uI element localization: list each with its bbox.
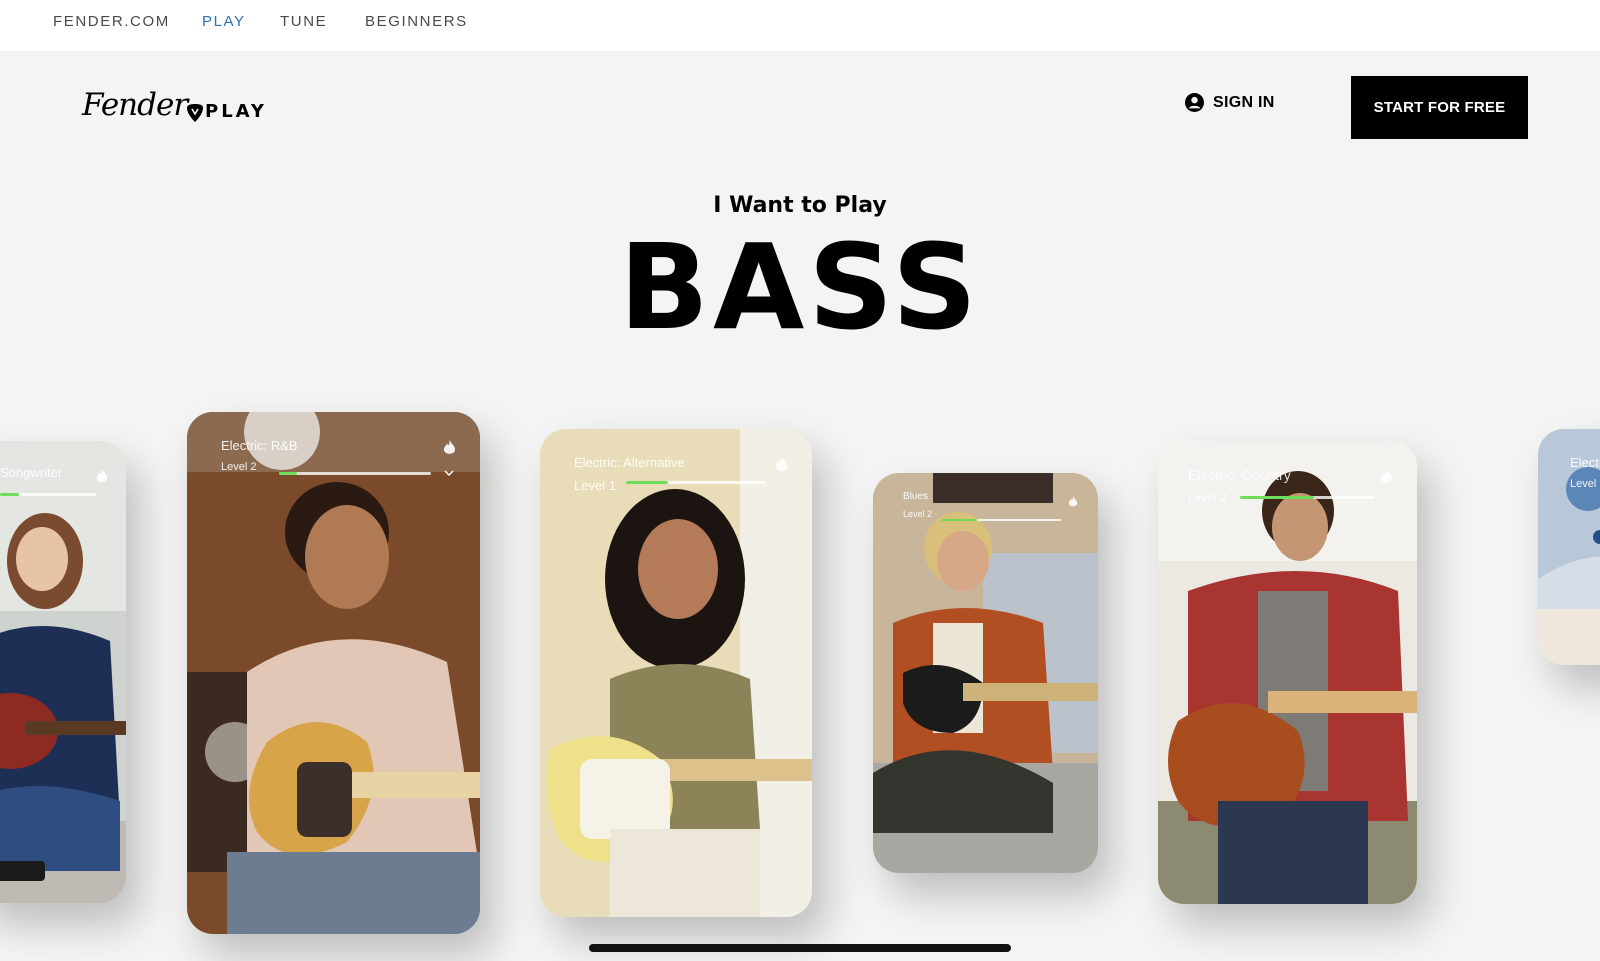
hero-instrument: BASS bbox=[619, 218, 981, 356]
card-genre: Blues bbox=[903, 491, 929, 502]
progress-track bbox=[626, 481, 766, 484]
fender-play-logo[interactable]: Fender PLAY bbox=[82, 87, 282, 133]
card-level: Level 2 bbox=[903, 509, 933, 519]
top-nav: FENDER.COM PLAY TUNE BEGINNERS bbox=[0, 0, 1600, 51]
nav-link-tune[interactable]: TUNE bbox=[280, 13, 327, 30]
nav-link-play[interactable]: PLAY bbox=[202, 13, 246, 30]
lesson-card-electric-country[interactable]: Electric: Country Level 2 bbox=[1158, 441, 1417, 904]
progress-track bbox=[279, 472, 431, 475]
card-level: Level 2 bbox=[221, 461, 257, 473]
card-photo bbox=[187, 412, 480, 934]
card-photo bbox=[873, 473, 1098, 873]
card-photo bbox=[540, 429, 812, 917]
flame-icon bbox=[1380, 469, 1393, 489]
lesson-card-electric-alternative[interactable]: Electric: Alternative Level 1 bbox=[540, 429, 812, 917]
flame-icon bbox=[96, 469, 108, 488]
lesson-card-electric-partial[interactable]: Electric Level bbox=[1538, 429, 1600, 665]
progress-track bbox=[1240, 496, 1375, 499]
card-level: Level 1 bbox=[574, 478, 616, 493]
guitar-pick-icon bbox=[187, 104, 203, 122]
logo-script-text: Fender bbox=[82, 87, 188, 123]
lesson-card-songwriter[interactable]: Songwriter bbox=[0, 441, 126, 903]
card-genre: Electric: Country bbox=[1188, 467, 1291, 483]
card-level: Level bbox=[1570, 478, 1597, 490]
card-level: Level 2 bbox=[1188, 491, 1227, 505]
progress-fill bbox=[0, 493, 20, 496]
nav-link-fender-com[interactable]: FENDER.COM bbox=[53, 13, 170, 30]
progress-fill bbox=[279, 472, 298, 475]
card-genre: Songwriter bbox=[0, 465, 63, 480]
card-genre: Electric: R&B bbox=[221, 438, 298, 453]
site-header: Fender PLAY SIGN IN START FOR FREE bbox=[0, 51, 1600, 171]
progress-fill bbox=[941, 519, 977, 521]
card-photo bbox=[0, 441, 126, 903]
hero-subtitle: I Want to Play bbox=[713, 193, 887, 218]
progress-fill bbox=[1240, 496, 1315, 499]
flame-icon bbox=[443, 440, 456, 460]
chevron-down-icon[interactable] bbox=[444, 468, 454, 479]
sign-in-label: SIGN IN bbox=[1213, 93, 1275, 111]
card-photo bbox=[1158, 441, 1417, 904]
card-genre: Electric bbox=[1570, 455, 1600, 470]
logo-play-text: PLAY bbox=[205, 101, 267, 122]
nav-link-beginners[interactable]: BEGINNERS bbox=[365, 13, 468, 30]
progress-track bbox=[941, 519, 1061, 521]
lesson-card-electric-rnb[interactable]: Electric: R&B Level 2 bbox=[187, 412, 480, 934]
flame-icon bbox=[775, 457, 788, 477]
user-icon bbox=[1185, 93, 1204, 112]
progress-fill bbox=[626, 481, 668, 484]
lesson-card-blues[interactable]: Blues Level 2 bbox=[873, 473, 1098, 873]
carousel-scrollbar[interactable] bbox=[589, 944, 1011, 952]
start-for-free-button[interactable]: START FOR FREE bbox=[1351, 76, 1528, 139]
flame-icon bbox=[1068, 493, 1078, 512]
progress-track bbox=[0, 493, 96, 496]
card-genre: Electric: Alternative bbox=[574, 455, 685, 470]
sign-in-link[interactable]: SIGN IN bbox=[1185, 93, 1275, 112]
